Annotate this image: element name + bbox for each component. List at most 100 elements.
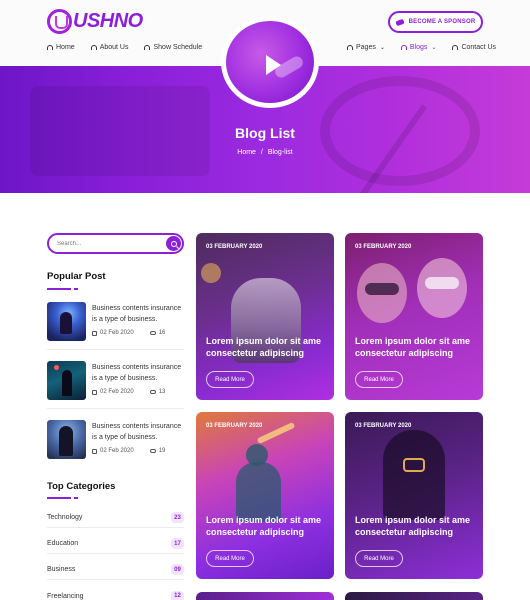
card-date: 03 FEBRUARY 2020 (355, 244, 412, 250)
card-date: 03 FEBRUARY 2020 (355, 423, 412, 429)
blog-card-partial[interactable] (196, 592, 334, 600)
post-thumbnail (47, 420, 86, 459)
breadcrumb-home[interactable]: Home (237, 149, 256, 156)
comment-count: 19 (158, 448, 166, 454)
search-box (47, 233, 184, 254)
headphones-icon (400, 45, 407, 50)
nav-item-blogs[interactable]: Blogs ⌄ (400, 44, 437, 51)
post-thumbnail (47, 302, 86, 341)
ticket-icon (394, 18, 405, 26)
divider (47, 349, 184, 350)
nav-label: Home (56, 44, 75, 51)
blog-card[interactable]: 03 FEBRUARY 2020 Lorem ipsum dolor sit a… (196, 412, 334, 579)
nav-item-show-schedule[interactable]: Show Schedule (144, 44, 202, 51)
nav-label: Blogs (409, 44, 428, 51)
nav-left: Home About Us Show Schedule (47, 44, 202, 51)
comment-icon (149, 390, 156, 394)
top-categories-heading: Top Categories (47, 481, 116, 492)
category-count-badge: 12 (171, 590, 184, 600)
nav-label: Show Schedule (153, 44, 203, 51)
post-date: 02 Feb 2020 (100, 330, 134, 336)
post-meta: 02 Feb 2020 19 (92, 448, 165, 454)
blog-card-partial[interactable] (345, 592, 483, 600)
chevron-down-icon: ⌄ (431, 45, 437, 51)
card-title: Lorem ipsum dolor sit ame consectetur ad… (206, 515, 322, 537)
logo-text: USHNO (73, 10, 143, 32)
nav-label: About Us (99, 44, 129, 51)
category-item-business[interactable]: Business 09 (47, 560, 184, 580)
breadcrumb-separator: / (260, 149, 263, 156)
card-date: 03 FEBRUARY 2020 (206, 244, 263, 250)
search-input[interactable] (57, 240, 157, 247)
popular-post-item[interactable]: Business contents insurance is a type of… (47, 420, 184, 470)
post-thumbnail (47, 361, 86, 400)
calendar-icon (92, 448, 97, 454)
category-name: Education (47, 540, 79, 547)
headphones-icon (452, 45, 459, 50)
post-title: Business contents insurance is a type of… (92, 364, 182, 382)
headphones-icon (347, 45, 353, 50)
card-title: Lorem ipsum dolor sit ame consectetur ad… (206, 336, 322, 358)
play-thumbnail (226, 21, 314, 103)
blog-card[interactable]: 03 FEBRUARY 2020 Lorem ipsum dolor sit a… (196, 233, 334, 400)
nav-right: Pages ⌄ Blogs ⌄ Contact Us (347, 44, 496, 51)
post-title: Business contents insurance is a type of… (92, 423, 182, 441)
headphones-logo-icon (47, 9, 72, 34)
sponsor-label: BECOME A SPONSOR (408, 19, 476, 25)
category-name: Business (47, 566, 76, 573)
category-count-badge: 23 (171, 512, 184, 523)
post-title: Business contents insurance is a type of… (92, 305, 182, 323)
nav-label: Contact Us (461, 44, 497, 51)
card-title: Lorem ipsum dolor sit ame consectetur ad… (355, 336, 471, 358)
category-item-education[interactable]: Education 17 (47, 534, 184, 554)
blog-card[interactable]: 03 FEBRUARY 2020 Lorem ipsum dolor sit a… (345, 233, 483, 400)
read-more-button[interactable]: Read More (206, 371, 254, 388)
nav-item-home[interactable]: Home (47, 44, 75, 51)
comment-count: 16 (158, 330, 166, 336)
comment-icon (149, 449, 156, 453)
headphones-icon (47, 45, 53, 50)
search-icon (170, 240, 177, 247)
nav-label: Pages (356, 44, 376, 51)
card-image-singer (236, 462, 281, 522)
nav-item-pages[interactable]: Pages ⌄ (347, 44, 385, 51)
divider (47, 408, 184, 409)
category-count-badge: 09 (171, 564, 184, 575)
popular-post-item[interactable]: Business contents insurance is a type of… (47, 361, 184, 411)
read-more-button[interactable]: Read More (355, 550, 403, 567)
breadcrumb-current: Blog-list (267, 149, 293, 156)
post-meta: 02 Feb 2020 16 (92, 330, 165, 336)
popular-post-heading: Popular Post (47, 271, 106, 282)
nav-item-about[interactable]: About Us (90, 44, 129, 51)
heading-underline (47, 497, 78, 499)
card-date: 03 FEBRUARY 2020 (206, 423, 263, 429)
card-title: Lorem ipsum dolor sit ame consectetur ad… (355, 515, 471, 537)
category-name: Technology (47, 514, 83, 521)
post-date: 02 Feb 2020 (100, 389, 134, 395)
nav-item-contact[interactable]: Contact Us (452, 44, 496, 51)
heading-underline (47, 288, 78, 290)
headphones-icon (90, 45, 97, 50)
popular-post-item[interactable]: Business contents insurance is a type of… (47, 302, 184, 352)
become-sponsor-button[interactable]: BECOME A SPONSOR (388, 11, 483, 33)
category-item-technology[interactable]: Technology 23 (47, 508, 184, 528)
card-image-hooded-figure (383, 430, 445, 520)
comment-icon (149, 331, 156, 335)
post-date: 02 Feb 2020 (100, 448, 134, 454)
category-count-badge: 17 (171, 538, 184, 549)
calendar-icon (92, 330, 97, 336)
chevron-down-icon: ⌄ (379, 45, 385, 51)
category-name: Freelancing (47, 592, 84, 600)
comment-count: 13 (158, 389, 166, 395)
logo[interactable]: USHNO (47, 9, 143, 34)
play-video-button[interactable] (221, 16, 319, 108)
page-title: Blog List (235, 125, 295, 141)
search-button[interactable] (166, 236, 181, 251)
headphones-icon (144, 45, 151, 50)
category-item-freelancing[interactable]: Freelancing 12 (47, 586, 184, 600)
post-meta: 02 Feb 2020 13 (92, 389, 165, 395)
read-more-button[interactable]: Read More (355, 371, 403, 388)
blog-card[interactable]: 03 FEBRUARY 2020 Lorem ipsum dolor sit a… (345, 412, 483, 579)
breadcrumb: Home / Blog-list (0, 149, 530, 156)
read-more-button[interactable]: Read More (206, 550, 254, 567)
